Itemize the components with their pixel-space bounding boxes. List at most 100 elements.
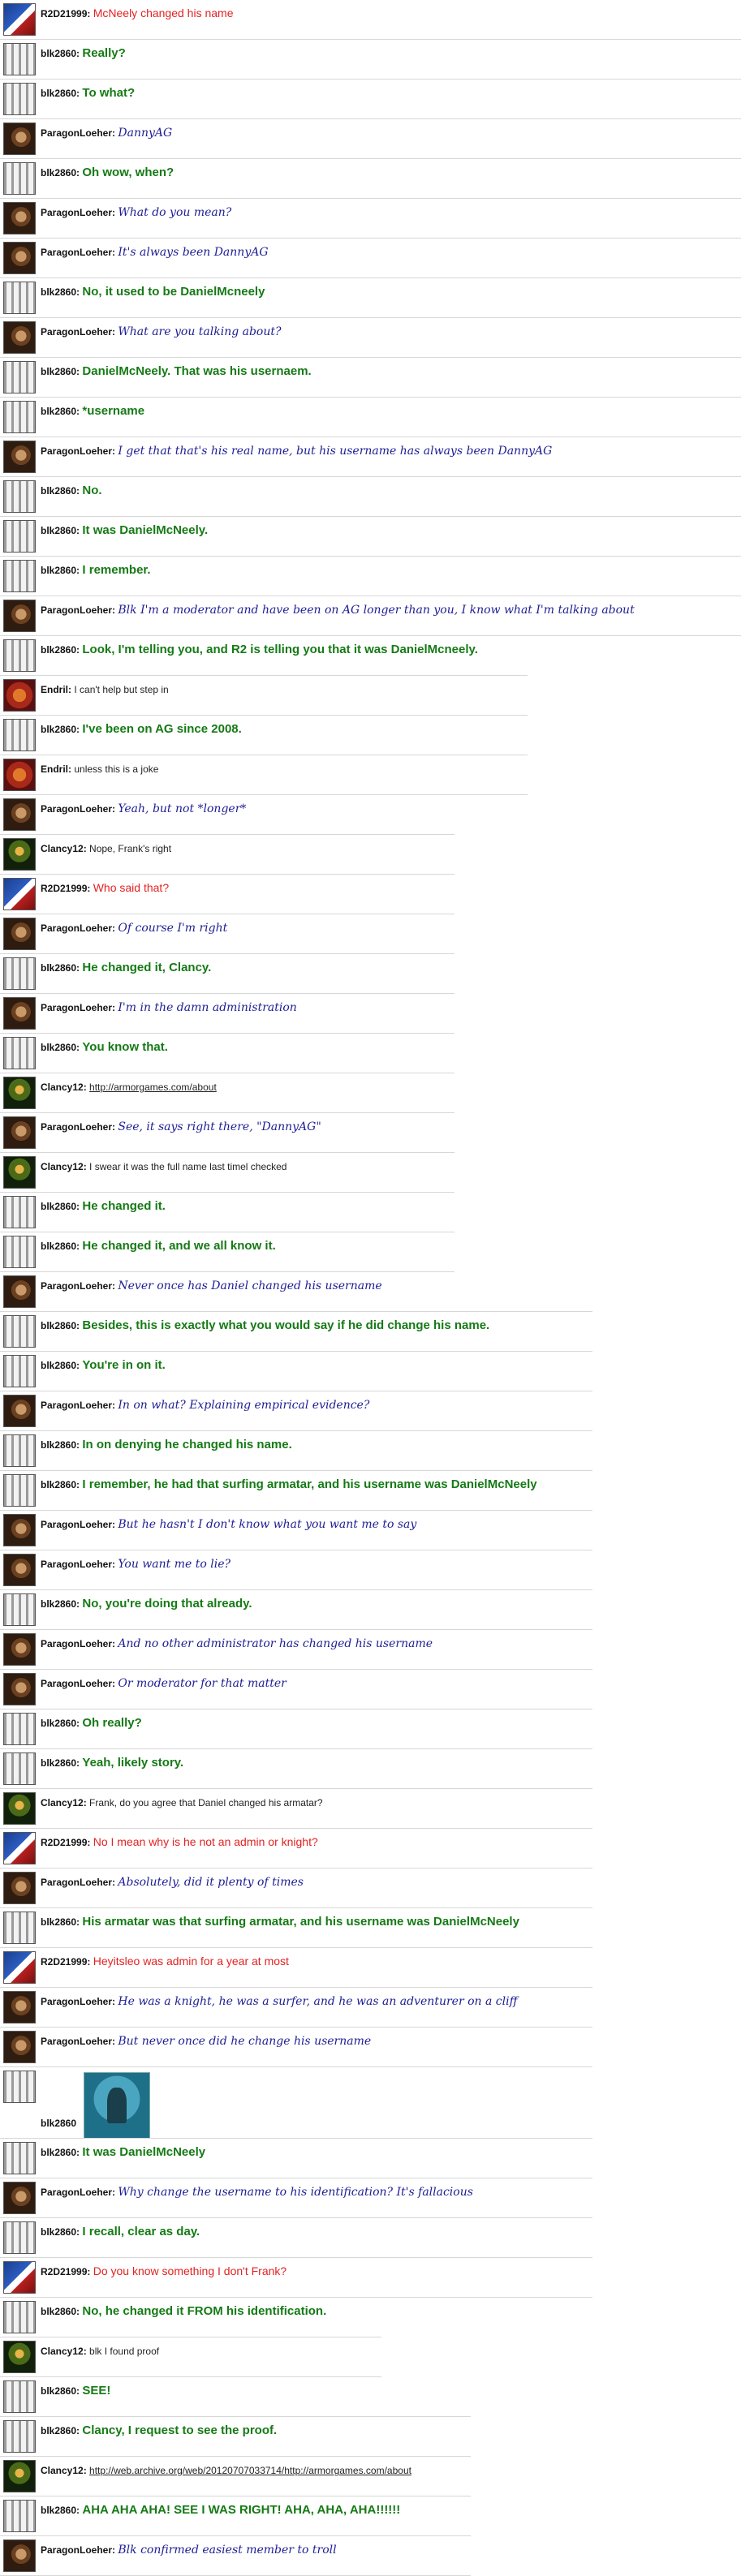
avatar[interactable]: [3, 1037, 36, 1069]
username[interactable]: ParagonLoeher: [41, 803, 112, 815]
avatar[interactable]: [3, 1196, 36, 1228]
avatar[interactable]: [3, 480, 36, 513]
username[interactable]: ParagonLoeher: [41, 445, 112, 457]
avatar[interactable]: [3, 282, 36, 314]
avatar[interactable]: [3, 2071, 36, 2103]
username[interactable]: blk2860: [41, 644, 76, 656]
avatar[interactable]: [3, 2301, 36, 2333]
username[interactable]: blk2860: [41, 1479, 76, 1490]
username[interactable]: ParagonLoeher: [41, 1996, 112, 2007]
avatar[interactable]: [3, 3, 36, 36]
avatar[interactable]: [3, 1752, 36, 1785]
username[interactable]: blk2860: [41, 2385, 76, 2397]
avatar[interactable]: [3, 1355, 36, 1387]
username[interactable]: blk2860: [41, 366, 76, 377]
avatar[interactable]: [3, 1633, 36, 1666]
username[interactable]: blk2860: [41, 1201, 76, 1212]
username[interactable]: ParagonLoeher: [41, 1559, 112, 1570]
username[interactable]: ParagonLoeher: [41, 1519, 112, 1530]
avatar[interactable]: [3, 1792, 36, 1825]
username[interactable]: R2D21999: [41, 1837, 87, 1848]
username[interactable]: blk2860: [41, 406, 76, 417]
username[interactable]: blk2860: [41, 1042, 76, 1053]
avatar[interactable]: [3, 1872, 36, 1904]
avatar[interactable]: [3, 1951, 36, 1984]
avatar[interactable]: [3, 600, 36, 632]
avatar[interactable]: [3, 1395, 36, 1427]
avatar[interactable]: [3, 997, 36, 1030]
avatar[interactable]: [3, 560, 36, 592]
username[interactable]: blk2860: [41, 565, 76, 576]
username[interactable]: Endril: [41, 684, 68, 695]
avatar[interactable]: [3, 1156, 36, 1189]
username[interactable]: ParagonLoeher: [41, 1400, 112, 1411]
username[interactable]: blk2860: [41, 1718, 76, 1729]
username[interactable]: blk2860: [41, 1598, 76, 1610]
avatar[interactable]: [3, 2221, 36, 2254]
avatar[interactable]: [3, 2420, 36, 2453]
username[interactable]: blk2860: [41, 2505, 76, 2516]
avatar[interactable]: [3, 838, 36, 871]
avatar[interactable]: [3, 2539, 36, 2572]
username[interactable]: blk2860: [41, 525, 76, 536]
username[interactable]: ParagonLoeher: [41, 127, 112, 139]
username[interactable]: R2D21999: [41, 1956, 87, 1967]
username[interactable]: Clancy12: [41, 1161, 84, 1172]
username[interactable]: ParagonLoeher: [41, 1678, 112, 1689]
username[interactable]: Clancy12: [41, 843, 84, 854]
avatar[interactable]: [3, 1116, 36, 1149]
message-link[interactable]: http://web.archive.org/web/2012070703371…: [89, 2465, 411, 2476]
avatar[interactable]: [3, 2460, 36, 2492]
username[interactable]: ParagonLoeher: [41, 1002, 112, 1013]
username[interactable]: Clancy12: [41, 1797, 84, 1808]
avatar[interactable]: [3, 401, 36, 433]
avatar[interactable]: [3, 918, 36, 950]
avatar[interactable]: [3, 361, 36, 393]
username[interactable]: ParagonLoeher: [41, 1877, 112, 1888]
avatar[interactable]: [3, 2341, 36, 2373]
message-link[interactable]: http://armorgames.com/about: [89, 1082, 217, 1093]
username[interactable]: blk2860: [41, 167, 76, 178]
avatar[interactable]: [3, 759, 36, 791]
username[interactable]: blk2860: [41, 962, 76, 974]
username[interactable]: blk2860: [41, 2425, 76, 2436]
avatar[interactable]: [3, 83, 36, 115]
username[interactable]: blk2860: [41, 2306, 76, 2317]
avatar[interactable]: [3, 1554, 36, 1586]
avatar[interactable]: [3, 1832, 36, 1864]
avatar[interactable]: [3, 242, 36, 274]
username[interactable]: blk2860: [41, 48, 76, 59]
avatar[interactable]: [3, 2182, 36, 2214]
username[interactable]: ParagonLoeher: [41, 2036, 112, 2047]
username[interactable]: blk2860: [41, 1757, 76, 1769]
avatar[interactable]: [3, 2380, 36, 2413]
avatar[interactable]: [3, 2500, 36, 2532]
username[interactable]: ParagonLoeher: [41, 1638, 112, 1649]
username[interactable]: ParagonLoeher: [41, 604, 112, 616]
username[interactable]: blk2860: [41, 1360, 76, 1371]
avatar[interactable]: [3, 1713, 36, 1745]
username[interactable]: blk2860: [41, 485, 76, 497]
avatar[interactable]: [3, 1593, 36, 1626]
avatar[interactable]: [3, 123, 36, 155]
username[interactable]: blk2860: [41, 2147, 76, 2158]
username[interactable]: blk2860: [41, 286, 76, 298]
avatar[interactable]: [3, 1434, 36, 1467]
avatar[interactable]: [3, 1912, 36, 1944]
avatar[interactable]: [3, 2031, 36, 2063]
username[interactable]: R2D21999: [41, 8, 87, 19]
avatar[interactable]: [3, 321, 36, 354]
username[interactable]: Clancy12: [41, 1082, 84, 1093]
avatar[interactable]: [3, 2142, 36, 2174]
avatar[interactable]: [3, 1474, 36, 1507]
username[interactable]: blk2860: [41, 1916, 76, 1928]
avatar[interactable]: [3, 878, 36, 910]
username[interactable]: ParagonLoeher: [41, 326, 112, 338]
avatar[interactable]: [3, 1514, 36, 1546]
avatar[interactable]: [3, 1275, 36, 1308]
username[interactable]: R2D21999: [41, 883, 87, 894]
avatar[interactable]: [3, 202, 36, 234]
username[interactable]: blk2860: [41, 1320, 76, 1331]
username[interactable]: ParagonLoeher: [41, 2544, 112, 2556]
username[interactable]: blk2860: [41, 88, 76, 99]
